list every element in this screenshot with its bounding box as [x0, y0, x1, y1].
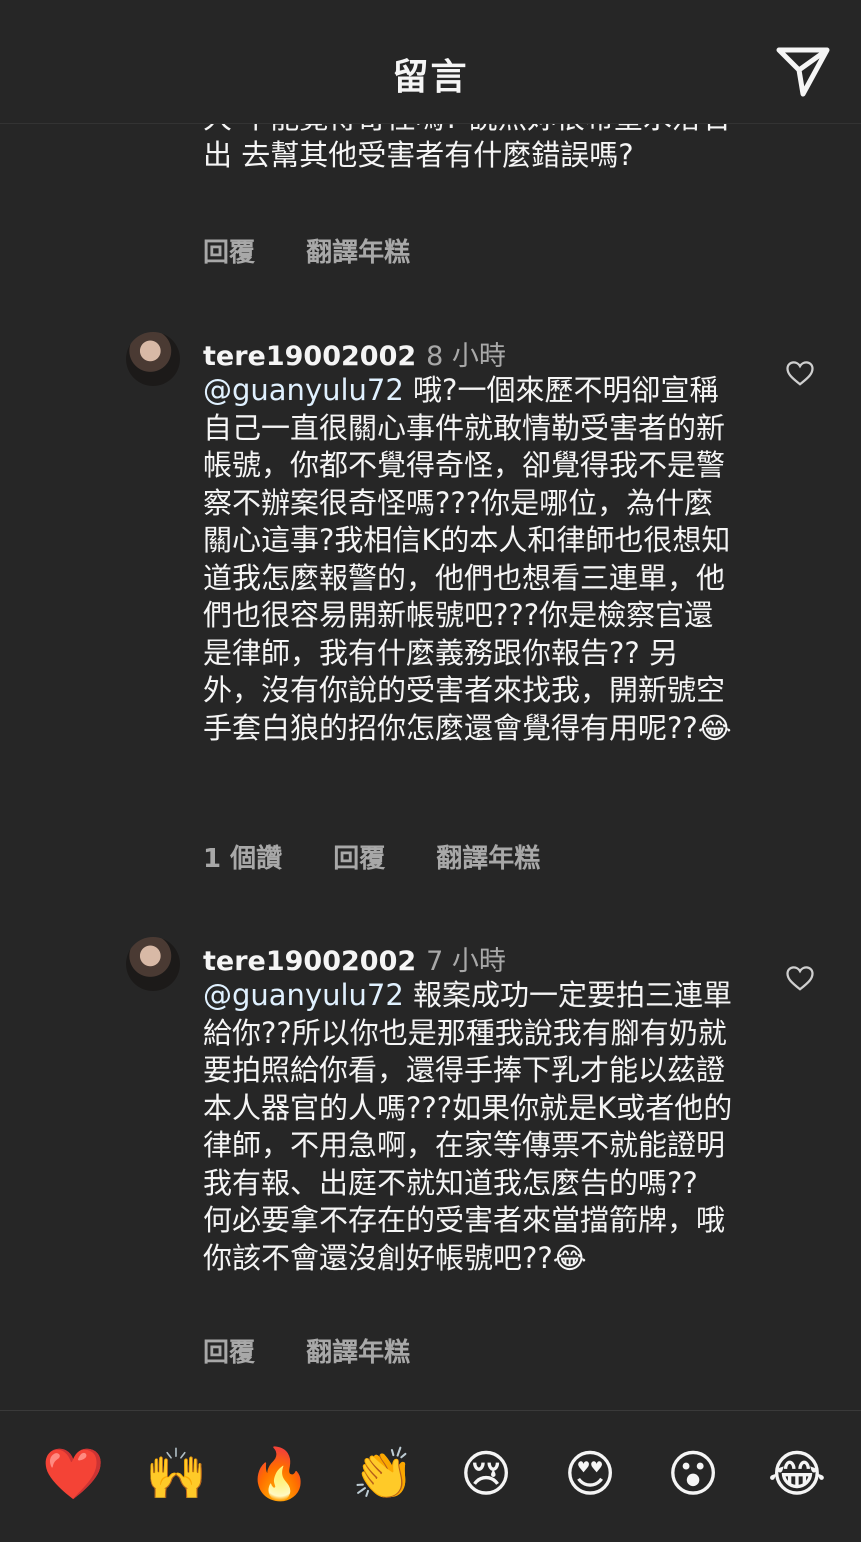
fire-emoji-button[interactable]: 🔥: [248, 1443, 310, 1505]
clap-emoji-button[interactable]: 👏: [352, 1443, 414, 1505]
raised-hands-emoji-button[interactable]: 🙌: [145, 1443, 207, 1505]
avatar[interactable]: [126, 937, 180, 991]
page-title: 留言: [392, 57, 469, 98]
comment-actions: 1 個讚 回覆 翻譯年糕: [203, 838, 582, 875]
translate-button[interactable]: 翻譯年糕: [306, 1338, 410, 1368]
laughing-emoji-button[interactable]: 😂: [766, 1443, 828, 1505]
comment-body: @guanyulu72 哦?一個來歷不明卻宣稱自己一直很關心事件就敢情勒受害者的…: [203, 372, 733, 747]
translate-button[interactable]: 翻譯年糕: [306, 238, 410, 268]
comment-text: 哦?一個來歷不明卻宣稱自己一直很關心事件就敢情勒受害者的新帳號，你都不覺得奇怪，…: [203, 373, 732, 745]
reply-button[interactable]: 回覆: [203, 1338, 255, 1368]
send-icon[interactable]: [773, 42, 833, 102]
partial-comment-text: 大 不能覺得奇怪嗎? 說然妳很希望水落石出 去幫其他受害者有什麼錯誤嗎?: [203, 124, 730, 172]
avatar[interactable]: [126, 332, 180, 386]
heart-eyes-emoji-button[interactable]: 😍: [559, 1443, 621, 1505]
comment-username[interactable]: tere19002002: [203, 946, 416, 977]
translate-button[interactable]: 翻譯年糕: [436, 844, 540, 874]
mention-link[interactable]: @guanyulu72: [203, 978, 404, 1012]
comment-text: 報案成功一定要拍三連單給你??所以你也是那種我說我有腳有奶就要拍照給你看，還得手…: [203, 978, 733, 1275]
likes-count[interactable]: 1 個讚: [203, 844, 282, 874]
mention-link[interactable]: @guanyulu72: [203, 373, 404, 407]
comment-username[interactable]: tere19002002: [203, 341, 416, 372]
comment-time: 8 小時: [426, 341, 506, 372]
like-heart-icon[interactable]: [785, 963, 815, 993]
reply-button[interactable]: 回覆: [333, 844, 385, 874]
heart-emoji-button[interactable]: ❤️: [42, 1443, 104, 1505]
surprised-emoji-button[interactable]: 😮: [662, 1443, 724, 1505]
partial-comment-actions: 回覆 翻譯年糕: [203, 232, 452, 269]
comment-time: 7 小時: [426, 946, 506, 977]
comment-list[interactable]: 大 不能覺得奇怪嗎? 說然妳很希望水落石出 去幫其他受害者有什麼錯誤嗎? 回覆 …: [0, 124, 861, 1408]
comment-body: @guanyulu72 報案成功一定要拍三連單給你??所以你也是那種我說我有腳有…: [203, 977, 733, 1277]
emoji-reaction-bar: ❤️ 🙌 🔥 👏 😢 😍 😮 😂: [0, 1410, 861, 1542]
reply-button[interactable]: 回覆: [203, 238, 255, 268]
comment-actions: 回覆 翻譯年糕: [203, 1332, 452, 1369]
header: 留言: [0, 0, 861, 124]
crying-emoji-button[interactable]: 😢: [455, 1443, 517, 1505]
like-heart-icon[interactable]: [785, 358, 815, 388]
